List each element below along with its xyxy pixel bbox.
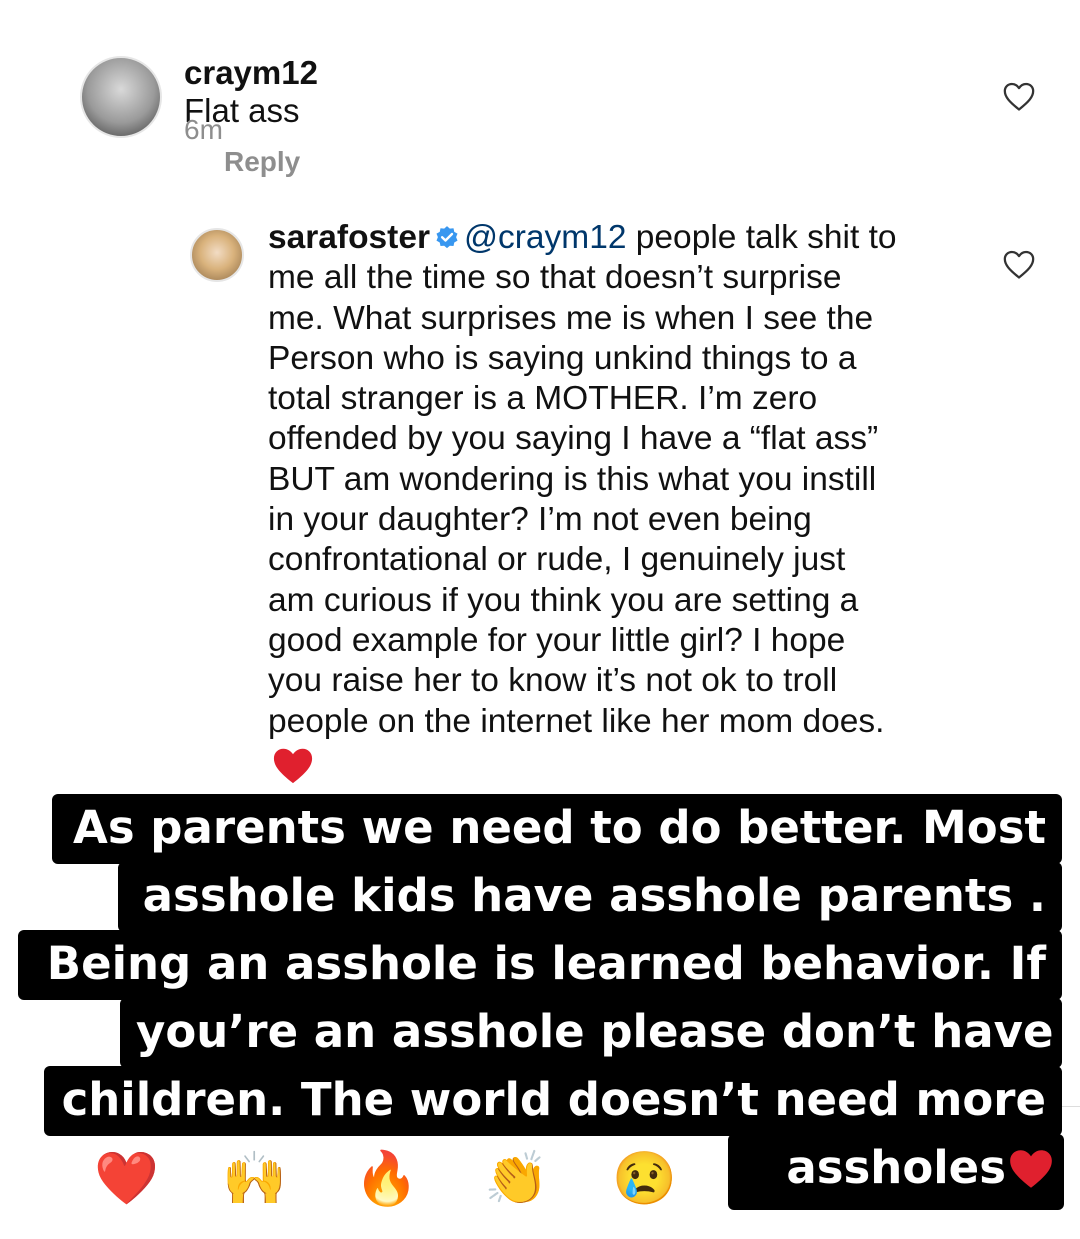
emoji-row: ❤️ 🙌 🔥 👏 😢: [0, 1148, 700, 1218]
comment-body-first: people talk shit to: [635, 219, 897, 256]
story-text-line-3: Being an asshole is learned behavior. If: [18, 930, 1062, 1000]
mention-link[interactable]: @craym12: [464, 219, 626, 256]
raising-hands-emoji: 🙌: [222, 1150, 287, 1208]
story-text-line-4: you’re an asshole please don’t have: [120, 998, 1062, 1068]
comment-time: 6m: [184, 114, 223, 145]
comment-username[interactable]: sarafoster: [268, 219, 430, 256]
comment-first-line: sarafoster @craym12 people talk shit to: [268, 219, 897, 256]
comment-text: sarafoster @craym12 people talk shit to m…: [268, 218, 968, 742]
heart-outline-icon[interactable]: [1002, 248, 1036, 280]
comment-meta: 6m Reply: [184, 114, 300, 178]
story-text-line-6: assholes: [728, 1134, 1064, 1210]
verified-badge-icon: [436, 226, 458, 249]
story-text-line-5: children. The world doesn’t need more: [44, 1066, 1062, 1136]
comment-username[interactable]: craym12: [184, 54, 318, 91]
crying-face-emoji: 😢: [612, 1150, 677, 1208]
fire-emoji: 🔥: [354, 1150, 419, 1208]
avatar[interactable]: [80, 56, 162, 138]
avatar[interactable]: [190, 228, 244, 282]
reply-button[interactable]: Reply: [224, 146, 300, 177]
story-text-line-1: As parents we need to do better. Most: [52, 794, 1062, 864]
story-text-last-word: assholes: [786, 1141, 1006, 1194]
heart-outline-icon[interactable]: [1002, 80, 1036, 112]
red-heart-emoji: ❤️: [94, 1150, 159, 1208]
red-heart-icon: [1010, 1150, 1052, 1188]
clapping-hands-emoji: 👏: [484, 1150, 549, 1208]
red-heart-icon: [273, 748, 313, 784]
comment-body-rest: me all the time so that doesn’t surprise…: [268, 259, 885, 740]
story-text-line-2: asshole kids have asshole parents .: [118, 862, 1062, 932]
divider: [1062, 1106, 1080, 1107]
